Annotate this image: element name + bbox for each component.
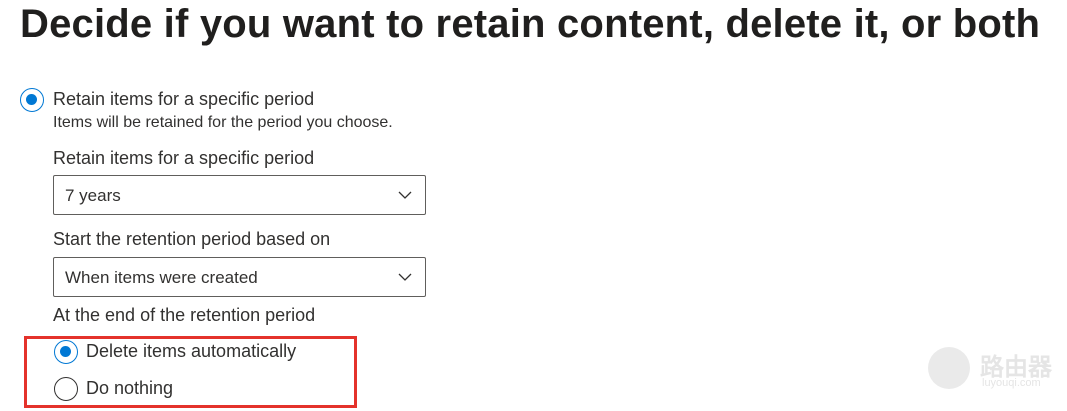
start-based-on-value: When items were created (65, 268, 258, 287)
start-based-on-dropdown[interactable]: When items were created (53, 257, 426, 297)
page-title: Decide if you want to retain content, de… (20, 2, 1041, 46)
retain-option-label: Retain items for a specific period (53, 89, 315, 109)
watermark-subtext: luyouqi.com (982, 377, 1041, 389)
retention-period-dropdown[interactable]: 7 years (53, 175, 426, 215)
chevron-down-icon (398, 273, 412, 281)
retain-option-description: Items will be retained for the period yo… (53, 114, 393, 131)
retain-radio[interactable] (20, 88, 44, 112)
end-of-period-label: At the end of the retention period (53, 305, 316, 325)
highlight-annotation-box (24, 336, 357, 408)
chevron-down-icon (398, 191, 412, 199)
watermark-icon (928, 347, 970, 389)
retention-period-label: Retain items for a specific period (53, 148, 315, 168)
retention-settings-page: Decide if you want to retain content, de… (0, 0, 1067, 411)
start-based-on-label: Start the retention period based on (53, 229, 331, 249)
retention-period-value: 7 years (65, 186, 121, 205)
watermark-logo: 路由器 luyouqi.com (928, 345, 1058, 395)
